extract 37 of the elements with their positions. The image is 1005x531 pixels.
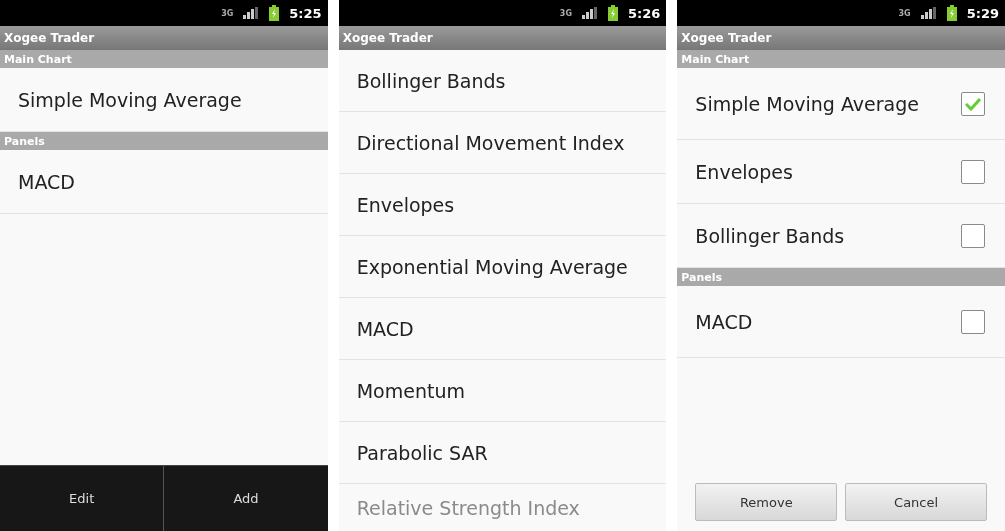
- action-button[interactable]: Cancel: [845, 483, 988, 521]
- list-item[interactable]: Directional Movement Index: [338, 112, 667, 174]
- section-header: Panels: [677, 268, 1005, 286]
- list-item[interactable]: Parabolic SAR: [338, 422, 667, 484]
- section-header: Main Chart: [0, 50, 328, 68]
- list-item[interactable]: MACD: [0, 150, 328, 214]
- list-item[interactable]: Envelopes: [677, 140, 1005, 204]
- checkbox[interactable]: [961, 223, 985, 248]
- app-title: Xogee Trader: [0, 26, 328, 50]
- network-type: 3G: [221, 8, 234, 18]
- list-item[interactable]: MACD: [338, 298, 667, 360]
- app-title: Xogee Trader: [338, 26, 667, 50]
- list-item[interactable]: Envelopes: [338, 174, 667, 236]
- battery-icon: [269, 5, 280, 21]
- check-icon: [965, 96, 981, 111]
- network-type: 3G: [559, 8, 572, 18]
- status-time: 5:26: [628, 5, 661, 21]
- section-header: Main Chart: [677, 50, 1005, 68]
- signal-icon: [582, 7, 598, 19]
- list-item[interactable]: Exponential Moving Average: [338, 236, 667, 298]
- list-item[interactable]: Simple Moving Average: [677, 68, 1005, 140]
- battery-icon: [946, 5, 957, 21]
- action-button[interactable]: Remove: [695, 483, 838, 521]
- list-item[interactable]: Momentum: [338, 360, 667, 422]
- signal-icon: [920, 7, 937, 19]
- status-time: 5:29: [966, 5, 999, 21]
- app-title: Xogee Trader: [677, 26, 1005, 50]
- checkbox[interactable]: [961, 91, 985, 116]
- list-item[interactable]: MACD: [677, 286, 1005, 358]
- status-time: 5:25: [289, 5, 322, 21]
- network-type: 3G: [898, 8, 911, 18]
- list-item[interactable]: Bollinger Bands: [338, 50, 667, 112]
- signal-icon: [243, 7, 260, 19]
- section-header: Panels: [0, 132, 328, 150]
- battery-icon: [608, 5, 618, 21]
- checkbox[interactable]: [961, 309, 985, 334]
- checkbox[interactable]: [961, 159, 985, 184]
